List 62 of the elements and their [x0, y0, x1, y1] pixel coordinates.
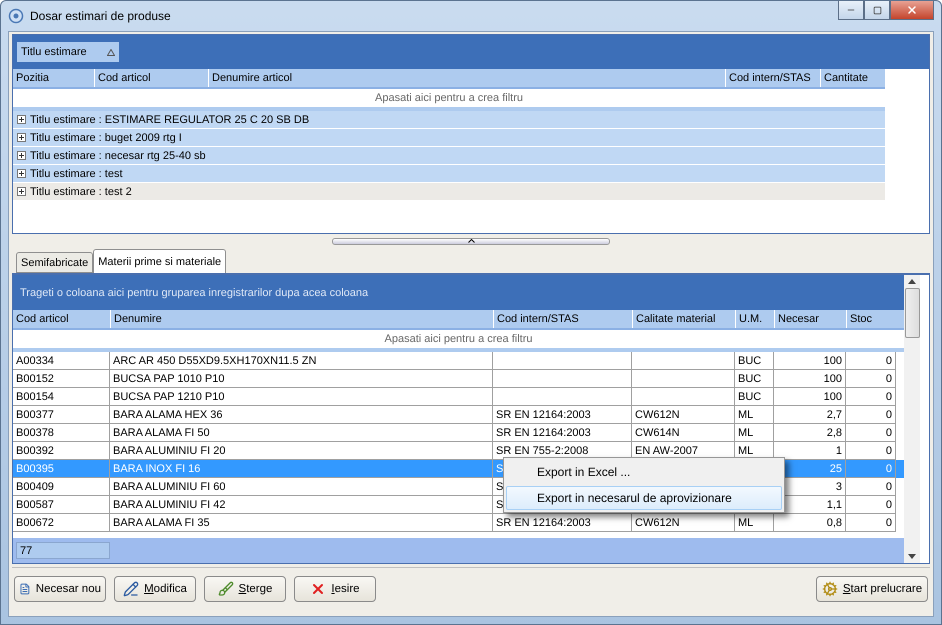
- tab[interactable]: Materii prime si materiale: [93, 249, 226, 273]
- table-cell: ML: [735, 514, 774, 532]
- group-row[interactable]: Titlu estimare : test 2: [13, 183, 885, 201]
- expand-icon[interactable]: [17, 187, 26, 196]
- column-header[interactable]: U.M.: [735, 310, 774, 328]
- column-header[interactable]: Calitate material: [632, 310, 735, 328]
- group-chip[interactable]: Titlu estimare: [17, 42, 119, 62]
- group-row[interactable]: Titlu estimare : necesar rtg 25-40 sb: [13, 147, 885, 165]
- column-header[interactable]: Cantitate: [820, 69, 884, 87]
- scroll-thumb[interactable]: [904, 288, 920, 338]
- close-button[interactable]: [890, 1, 934, 20]
- group-by-hint: Trageti o coloana aici pentru gruparea inregistrarilor dupa acea coloana: [13, 275, 904, 310]
- expand-icon[interactable]: [17, 151, 26, 160]
- scroll-up-icon[interactable]: [908, 279, 916, 284]
- expand-icon[interactable]: [17, 115, 26, 124]
- table-cell: SR EN 12164:2003: [493, 514, 632, 532]
- column-header[interactable]: Denumire articol: [208, 69, 725, 87]
- table-cell: CW612N: [632, 514, 735, 532]
- group-row[interactable]: Titlu estimare : buget 2009 rtg I: [13, 129, 885, 147]
- menu-item[interactable]: Export in necesarul de aprovizionare: [506, 486, 782, 510]
- group-label: Titlu estimare : ESTIMARE REGULATOR 25 C 20 SB DB: [30, 114, 310, 126]
- column-header[interactable]: Denumire: [110, 310, 493, 328]
- close-icon: [906, 4, 918, 16]
- group-label: Titlu estimare : buget 2009 rtg I: [30, 132, 182, 144]
- group-label: Titlu estimare : necesar rtg 25-40 sb: [30, 150, 206, 162]
- scrollbar[interactable]: [904, 275, 920, 563]
- sort-icon: [107, 48, 115, 56]
- table-cell: BARA ALAMA FI 35: [110, 514, 493, 532]
- gear-icon: [822, 581, 838, 597]
- column-header[interactable]: Stoc: [846, 310, 896, 328]
- group-label: Titlu estimare : test: [30, 168, 123, 180]
- toolbar-button[interactable]: Necesar nou: [14, 576, 106, 602]
- toolbar-button[interactable]: Sterge: [204, 576, 286, 602]
- maximize-icon: [872, 6, 882, 14]
- toolbar-button[interactable]: Iesire: [294, 576, 376, 602]
- expand-icon[interactable]: [17, 133, 26, 142]
- splitter-handle[interactable]: [332, 238, 610, 244]
- column-header[interactable]: Cod intern/STAS: [725, 69, 820, 87]
- table-cell: B00672: [13, 514, 110, 532]
- toolbar-button[interactable]: Modifica: [114, 576, 196, 602]
- tab[interactable]: Semifabricate: [16, 252, 94, 273]
- minimize-button[interactable]: [838, 1, 864, 20]
- window-title: Dosar estimari de produse: [30, 9, 171, 23]
- column-header[interactable]: Cod intern/STAS: [493, 310, 632, 328]
- table-cell: 0: [846, 514, 896, 532]
- group-row[interactable]: Titlu estimare : test: [13, 165, 885, 183]
- group-label: Titlu estimare : test 2: [30, 186, 132, 198]
- document-icon: [19, 581, 31, 597]
- table-cell: 0,8: [774, 514, 846, 532]
- scroll-down-icon[interactable]: [908, 554, 916, 559]
- column-header[interactable]: Cod articol: [94, 69, 208, 87]
- app-icon: [8, 8, 24, 24]
- expand-icon[interactable]: [17, 169, 26, 178]
- column-header[interactable]: Pozitia: [13, 69, 94, 87]
- toolbar-button[interactable]: Start prelucrare: [816, 576, 928, 602]
- group-row[interactable]: Titlu estimare : ESTIMARE REGULATOR 25 C 20 SB DB: [13, 111, 885, 129]
- record-count: 77: [16, 542, 110, 559]
- column-header[interactable]: Cod articol: [13, 310, 110, 328]
- column-header[interactable]: Necesar: [774, 310, 846, 328]
- pencil-icon: [123, 581, 140, 597]
- brush-icon: [218, 581, 234, 597]
- maximize-button[interactable]: [864, 1, 890, 20]
